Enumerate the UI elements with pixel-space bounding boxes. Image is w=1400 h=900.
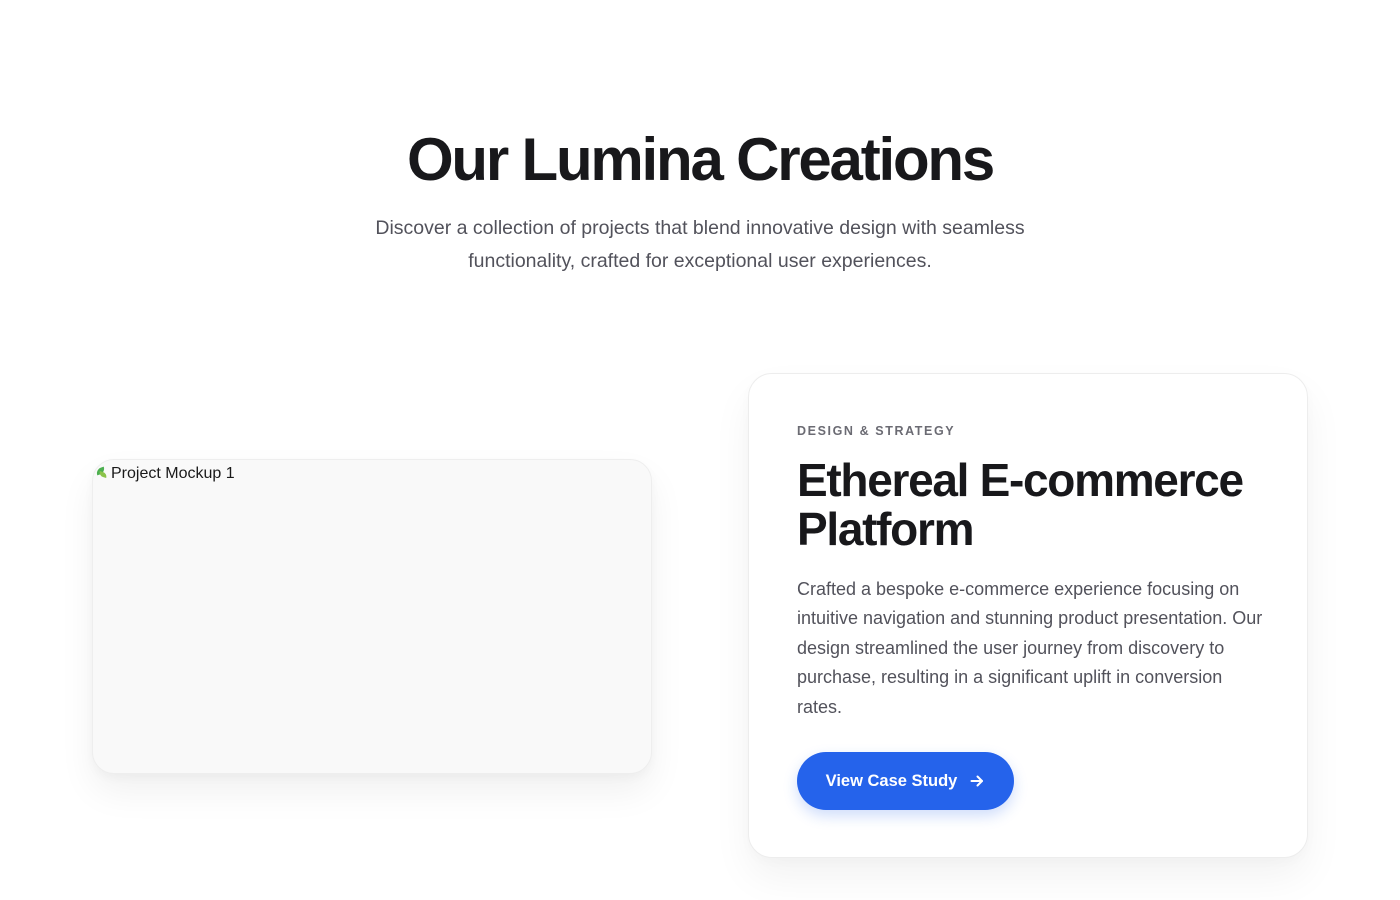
project-description: Crafted a bespoke e-commerce experience … (797, 579, 1263, 717)
page: Our Lumina Creations Discover a collecti… (0, 0, 1400, 900)
image-alt-label: Project Mockup 1 (111, 465, 235, 482)
page-title: Our Lumina Creations (406, 126, 995, 193)
arrow-right-icon (969, 773, 985, 789)
broken-image-icon (95, 466, 109, 482)
project-title: Ethereal E-commerce Platform (797, 454, 1244, 555)
project-mockup-image: Project Mockup 1 (92, 459, 652, 774)
image-alt-text: Project Mockup 1 (95, 464, 235, 484)
view-case-study-button[interactable]: View Case Study (797, 752, 1014, 810)
page-subtitle: Discover a collection of projects that b… (375, 217, 1025, 272)
project-category: DESIGN & STRATEGY (797, 424, 956, 438)
project-card: DESIGN & STRATEGY Ethereal E-commerce Pl… (748, 373, 1308, 858)
view-case-study-label: View Case Study (825, 771, 958, 790)
